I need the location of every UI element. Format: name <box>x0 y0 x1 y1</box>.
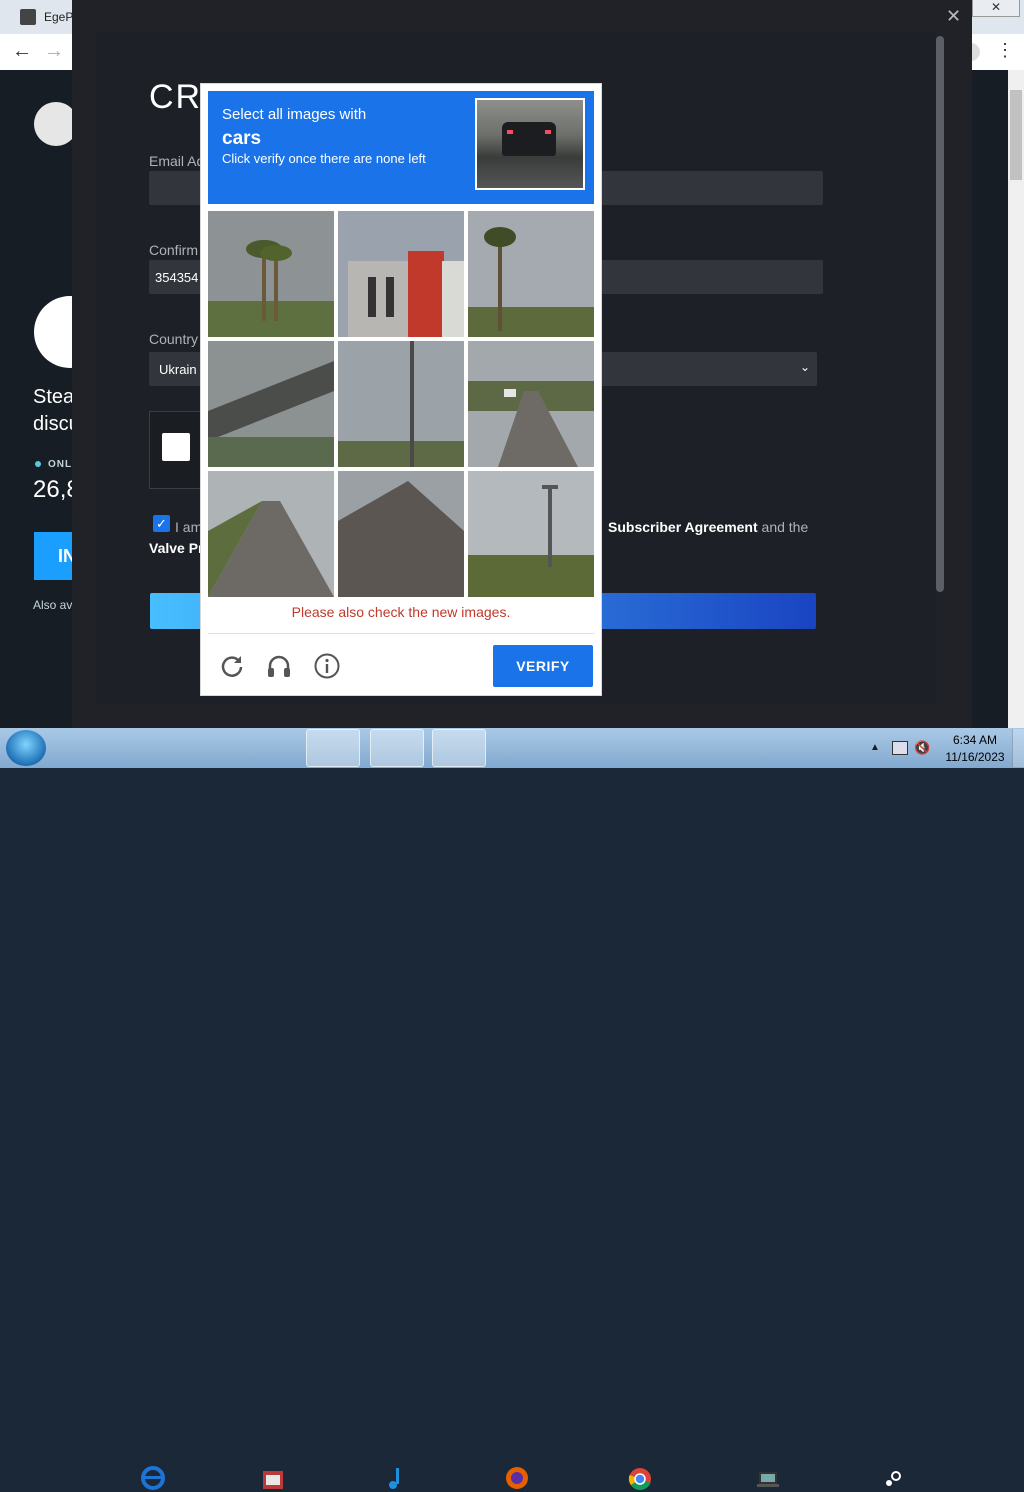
captcha-tile-road-with-car[interactable] <box>468 341 594 467</box>
captcha-tile-empty-road[interactable] <box>208 471 334 597</box>
steam-taskbar-button[interactable] <box>432 729 905 1491</box>
captcha-tile-palm-trees[interactable] <box>208 211 334 337</box>
forward-arrow-icon[interactable]: → <box>44 40 64 63</box>
example-car-taillight-right <box>545 130 551 134</box>
window-close-button[interactable]: ✕ <box>972 0 1020 17</box>
back-arrow-icon[interactable]: ← <box>12 40 32 63</box>
browser-tab[interactable]: EgeP <box>8 4 74 30</box>
captcha-prompt-line1: Select all images with <box>222 106 367 123</box>
right-background-panel <box>972 70 1006 728</box>
audio-icon[interactable] <box>265 652 293 680</box>
online-dot-icon <box>35 461 41 467</box>
captcha-prompt-line3: Click verify once there are none left <box>222 151 426 166</box>
chrome-taskbar-button[interactable] <box>306 729 651 1491</box>
country-value: Ukrain <box>159 362 197 377</box>
verify-button[interactable]: VERIFY <box>493 645 593 687</box>
show-desktop-button[interactable] <box>1012 729 1024 767</box>
modal-scrollbar[interactable] <box>936 36 944 592</box>
chevron-down-icon: ⌄ <box>800 360 811 374</box>
tab-favicon-icon <box>20 9 36 25</box>
captcha-tile-palm-tree[interactable] <box>468 211 594 337</box>
app-store-taskbar-button[interactable] <box>124 729 283 1489</box>
page-scrollbar-thumb[interactable] <box>1010 90 1022 180</box>
example-car-shape <box>502 122 556 156</box>
browser-menu-icon[interactable]: ⋮ <box>996 40 1014 61</box>
volume-muted-icon[interactable]: 🔇 <box>914 740 930 756</box>
tray-expand-icon[interactable]: ▲ <box>870 742 880 753</box>
valve-privacy-link[interactable]: Valve Pr <box>149 540 204 556</box>
install-steam-button[interactable]: IN <box>34 532 76 580</box>
email-label: Email Ad <box>149 153 205 169</box>
tab-title: EgeP <box>44 10 74 24</box>
internet-explorer-taskbar-button[interactable] <box>64 729 165 1490</box>
clock-date[interactable]: 11/16/2023 <box>940 750 1010 764</box>
laptop-app-taskbar-button[interactable] <box>370 729 779 1487</box>
captcha-warning: Please also check the new images. <box>291 604 511 620</box>
agree-checkbox[interactable]: ✓ <box>153 515 170 532</box>
steam-heading-1: Stea <box>33 386 75 408</box>
itunes-taskbar-button[interactable] <box>184 729 399 1489</box>
captcha-tile-street-lamp[interactable] <box>468 471 594 597</box>
agree-links: Subscriber Agreement and the <box>608 519 808 535</box>
refresh-icon[interactable] <box>218 652 246 680</box>
also-available-text: Also av <box>33 598 73 612</box>
captcha-tile-overpass[interactable] <box>208 341 334 467</box>
captcha-tile-roof[interactable] <box>338 471 464 597</box>
start-button-icon[interactable] <box>6 730 46 766</box>
network-icon[interactable] <box>892 741 908 755</box>
captcha-tile-building[interactable] <box>338 211 464 337</box>
agree-text: I am <box>175 519 203 535</box>
country-label: Country <box>149 331 199 347</box>
captcha-prompt-keyword: cars <box>222 128 262 149</box>
subscriber-agreement-link[interactable]: Subscriber Agreement <box>608 519 758 535</box>
captcha-checkbox[interactable] <box>162 433 190 461</box>
clock-time[interactable]: 6:34 AM <box>940 733 1010 747</box>
modal-close-icon[interactable]: ✕ <box>946 6 961 27</box>
confirm-email-value: 354354 <box>155 270 199 285</box>
example-car-taillight-left <box>507 130 513 134</box>
confirm-email-label: Confirm <box>149 242 199 258</box>
firefox-taskbar-button[interactable] <box>244 729 528 1489</box>
captcha-tile-utility-pole[interactable] <box>338 341 464 467</box>
captcha-divider <box>208 633 594 634</box>
info-icon[interactable] <box>313 652 341 680</box>
agree-and-the: and the <box>761 519 809 535</box>
